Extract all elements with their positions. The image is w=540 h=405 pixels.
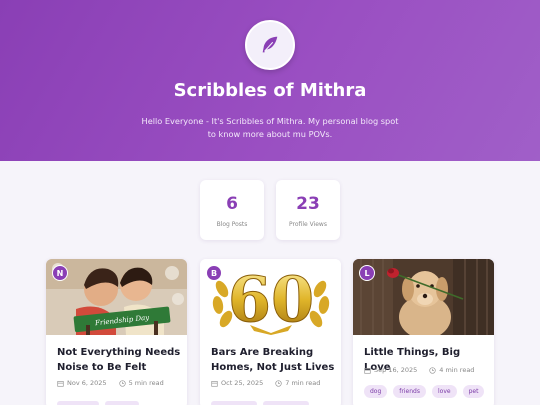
tag[interactable]: friends [393,385,426,398]
tag[interactable]: love [431,385,457,398]
tag[interactable] [57,401,99,405]
post-title[interactable]: Bars Are Breaking Homes, Not Just Lives [211,345,336,375]
post-card[interactable]: L Little Things, Big Love Sep 16, 2025 4… [353,259,494,405]
stat-value: 23 [296,194,320,214]
post-meta: Oct 25, 2025 7 min read [211,379,320,387]
calendar-icon [211,380,218,387]
tag[interactable] [263,401,309,405]
site-description: Hello Everyone - It's Scribbles of Mithr… [141,116,399,139]
clock-icon [118,379,126,387]
stat-label: Blog Posts [216,221,248,228]
author-avatar: L [359,265,375,281]
clock-icon [275,379,282,387]
post-tags: dog friends love pet [364,385,485,398]
post-tags [211,401,309,405]
tag[interactable] [105,401,139,405]
hero-header: Scribbles of Mithra Hello Everyone - It'… [0,0,540,161]
post-read-time: 4 min read [439,366,475,374]
clock-icon [429,366,436,374]
tag[interactable] [211,401,257,405]
post-cover-image[interactable]: L [353,259,494,335]
stat-label: Profile Views [289,221,327,228]
post-card[interactable]: Friendship Day N Not Everything Needs No… [46,259,187,405]
post-title[interactable]: Not Everything Needs Noise to Be Felt [57,345,182,375]
site-logo[interactable] [245,20,295,70]
tag[interactable]: pet [462,385,485,398]
tag[interactable]: dog [364,385,388,398]
post-cover-image[interactable]: Friendship Day N [46,259,187,335]
post-tags [57,401,139,405]
post-cover-image[interactable]: 60 B [200,259,341,335]
feather-icon [262,36,278,53]
post-read-time: 5 min read [128,379,164,387]
golden-number-text: 60 [228,263,314,335]
stat-blog-posts: 6 Blog Posts [200,180,264,240]
post-card[interactable]: 60 B Bars Are Breaking Homes, Not Just L… [200,259,341,405]
author-avatar: N [52,265,68,281]
post-date: Oct 25, 2025 [221,379,264,387]
site-title: Scribbles of Mithra [173,80,367,101]
stat-value: 6 [226,194,238,214]
calendar-icon [57,380,64,387]
calendar-icon [364,367,371,374]
post-date: Sep 16, 2025 [374,366,418,374]
stat-profile-views: 23 Profile Views [276,180,340,240]
author-avatar: B [206,265,222,281]
post-meta: Nov 6, 2025 5 min read [57,379,164,387]
post-date: Nov 6, 2025 [67,379,107,387]
post-meta: Sep 16, 2025 4 min read [364,366,474,374]
post-read-time: 7 min read [285,379,321,387]
